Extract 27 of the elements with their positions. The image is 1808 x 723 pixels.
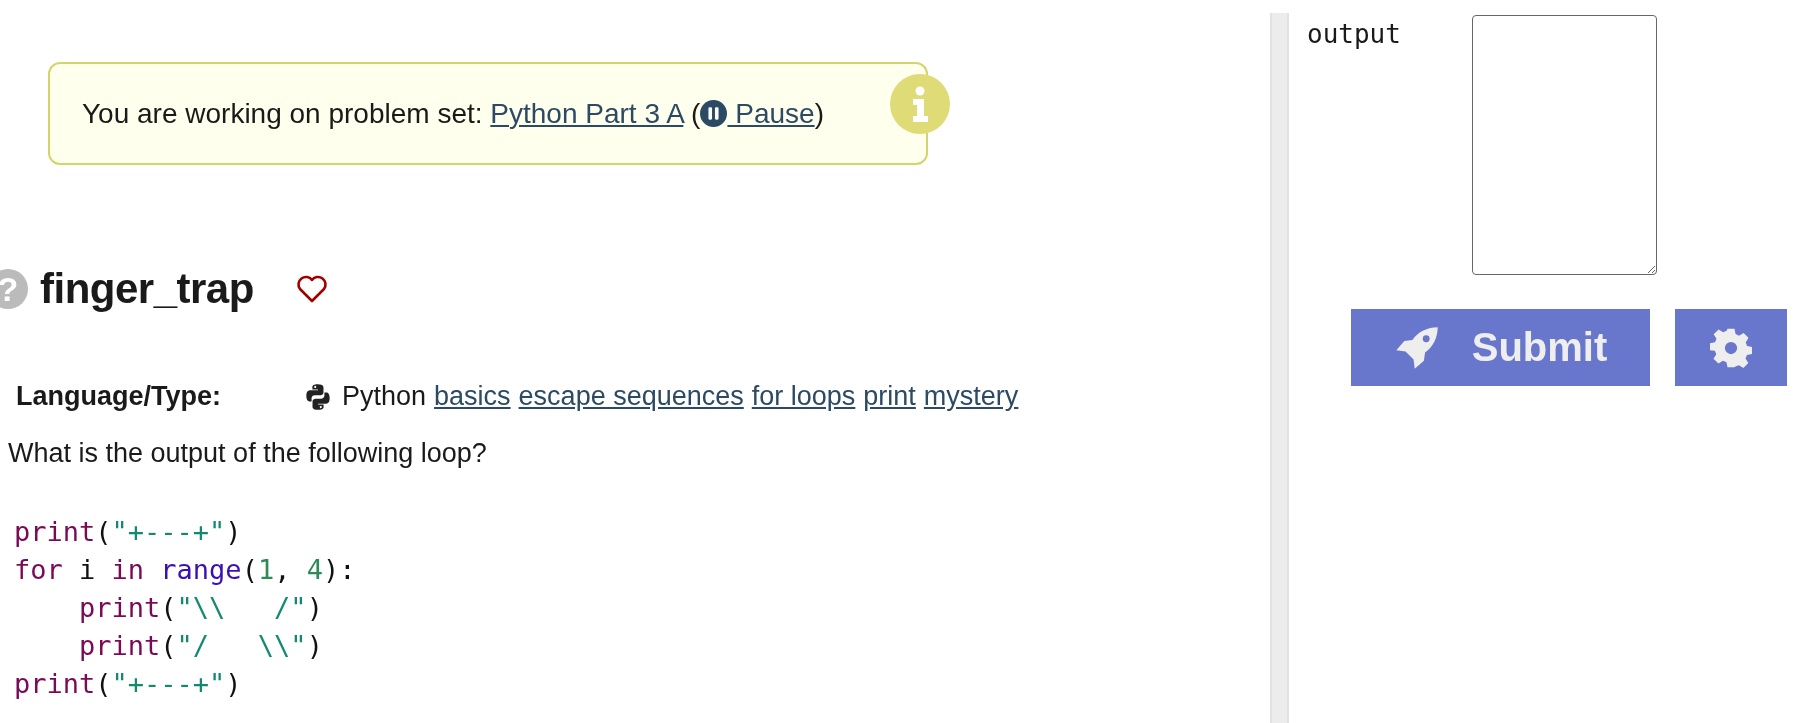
submit-button[interactable]: Submit	[1351, 309, 1650, 386]
info-icon[interactable]	[890, 74, 950, 134]
tag-link[interactable]: for loops	[751, 381, 856, 412]
python-logo-icon	[304, 382, 332, 411]
code-line: print("/ \\")	[78, 629, 323, 663]
language-label: Language/Type:	[16, 381, 223, 412]
tag-link[interactable]: mystery	[923, 381, 1019, 412]
problem-title: finger_trap	[40, 265, 254, 313]
splitter-handle[interactable]	[1270, 13, 1289, 723]
settings-icon	[1710, 326, 1752, 369]
code-line: print("+---+")	[14, 515, 242, 549]
tag-link[interactable]: print	[863, 381, 916, 412]
tag-link[interactable]: basics	[434, 381, 511, 412]
heart-icon[interactable]	[295, 275, 328, 303]
language-name: Python	[342, 381, 427, 412]
banner-message: You are working on problem set: Python Part 3 A ( Pause)	[82, 97, 824, 130]
settings-button[interactable]	[1675, 309, 1787, 386]
problem-set-link[interactable]: Python Part 3 A	[490, 97, 684, 129]
code-line: print("\\ /")	[78, 591, 323, 625]
output-label: output	[1307, 19, 1402, 51]
output-field[interactable]	[1472, 15, 1657, 275]
tag-link[interactable]: escape sequences	[518, 381, 744, 412]
code-line: for i in range(1, 4):	[14, 553, 356, 587]
pause-icon	[700, 99, 728, 127]
pause-link[interactable]: Pause	[700, 97, 815, 129]
code-line: print("+---+")	[14, 667, 242, 701]
question-text: What is the output of the following loop?	[8, 438, 488, 469]
